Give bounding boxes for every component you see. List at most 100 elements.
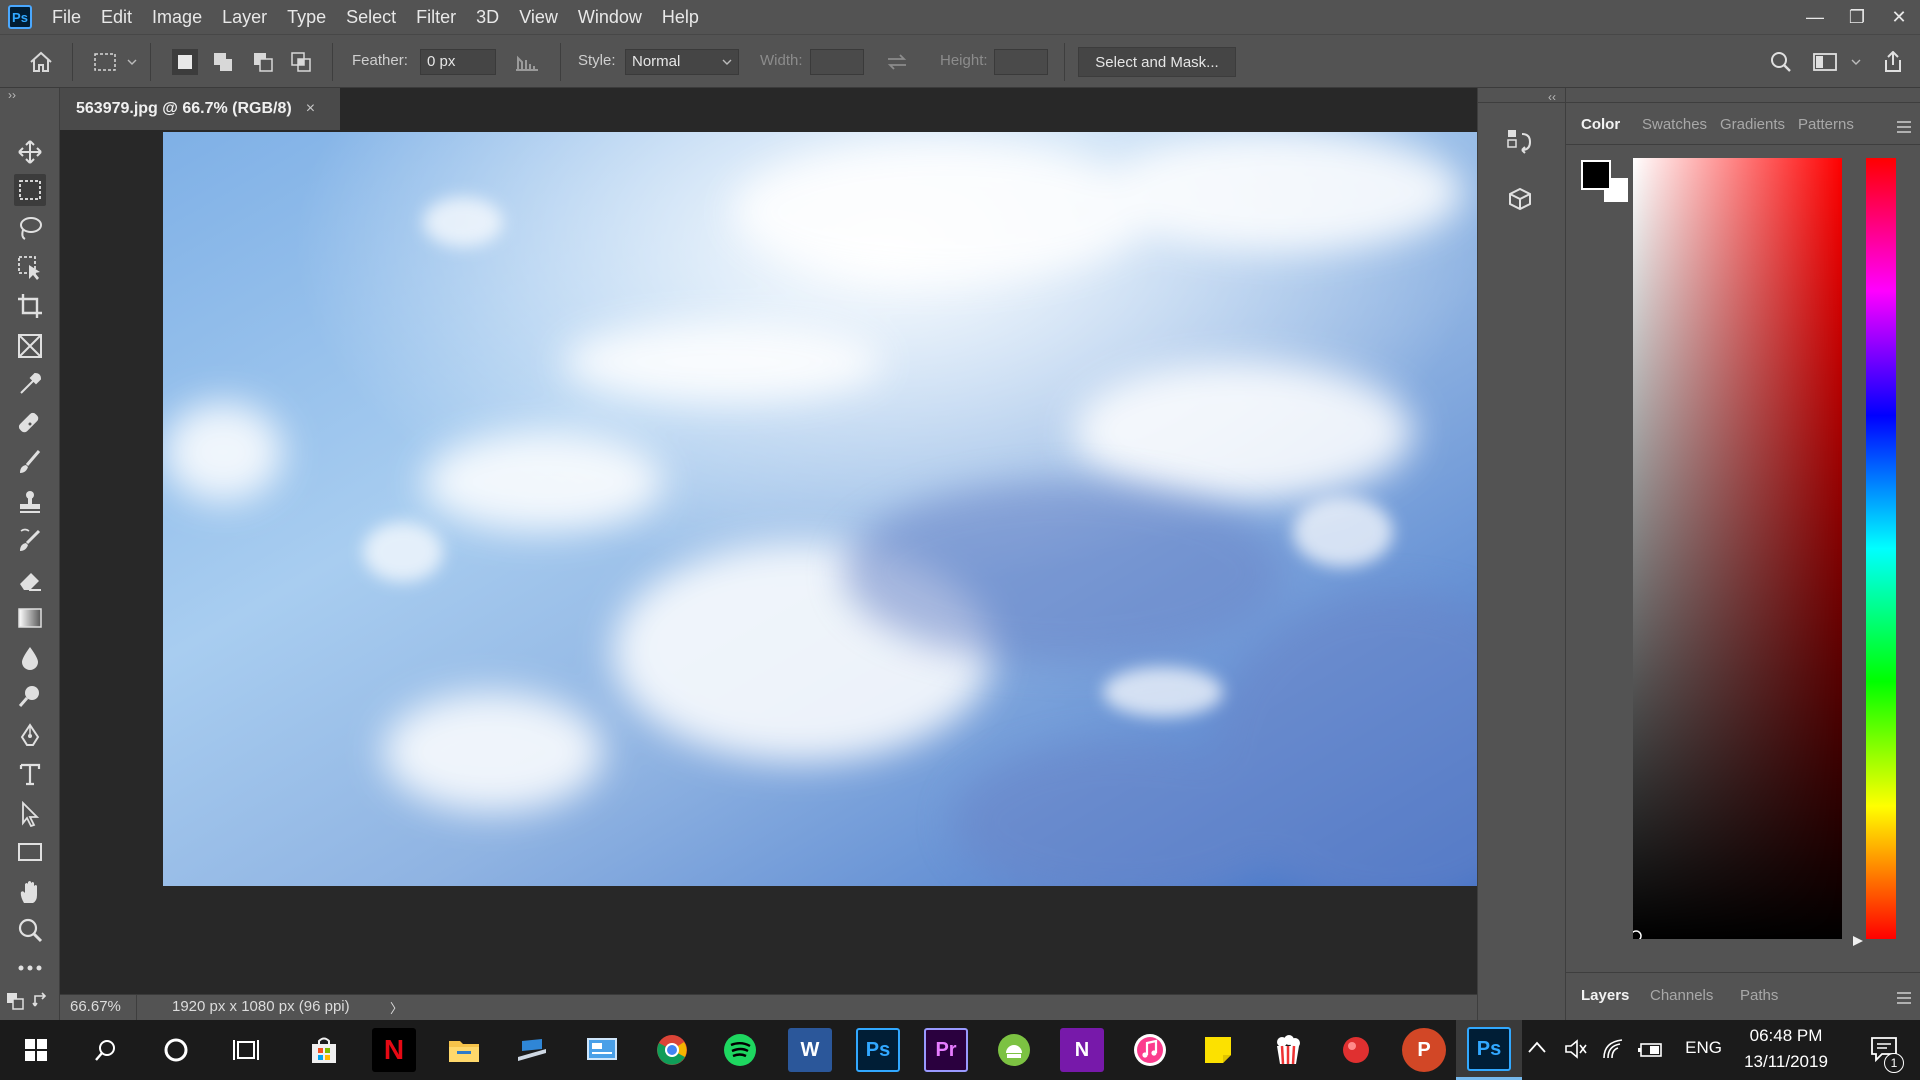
cortana-icon[interactable] [154, 1028, 198, 1072]
word-icon[interactable]: W [788, 1028, 832, 1072]
add-selection-icon[interactable] [210, 49, 236, 75]
menu-type[interactable]: Type [277, 0, 336, 34]
restore-button[interactable]: ❐ [1836, 0, 1878, 34]
menu-file[interactable]: File [42, 0, 91, 34]
menu-help[interactable]: Help [652, 0, 709, 34]
zoom-level[interactable]: 66.67% [70, 998, 121, 1015]
menu-3d[interactable]: 3D [466, 0, 509, 34]
file-explorer-icon[interactable] [442, 1028, 486, 1072]
close-button[interactable]: ✕ [1878, 0, 1920, 34]
powerpoint-icon[interactable]: P [1402, 1028, 1446, 1072]
clock-date[interactable]: 13/11/2019 [1736, 1052, 1836, 1072]
color-field[interactable] [1633, 158, 1842, 939]
hue-slider-handle-icon[interactable] [1852, 934, 1864, 952]
gradient-tool-icon[interactable] [14, 602, 46, 634]
lasso-tool-icon[interactable] [14, 212, 46, 244]
eyedropper-tool-icon[interactable] [14, 368, 46, 400]
menu-window[interactable]: Window [568, 0, 652, 34]
frame-tool-icon[interactable] [14, 330, 46, 362]
rectangular-marquee-tool-icon[interactable] [14, 174, 46, 206]
brush-tool-icon[interactable] [14, 446, 46, 478]
intersect-selection-icon[interactable] [288, 49, 314, 75]
close-icon[interactable]: × [306, 100, 315, 118]
tab-layers[interactable]: Layers [1581, 987, 1629, 1004]
hue-slider[interactable] [1866, 158, 1896, 939]
menu-layer[interactable]: Layer [212, 0, 277, 34]
search-icon[interactable] [84, 1028, 128, 1072]
canvas-image[interactable] [163, 132, 1477, 886]
clock-time[interactable]: 06:48 PM [1736, 1026, 1836, 1046]
windows-start-icon[interactable] [14, 1028, 58, 1072]
photoshop-icon[interactable]: Ps [856, 1028, 900, 1072]
blur-tool-icon[interactable] [14, 642, 46, 674]
chevron-up-icon[interactable] [1528, 1040, 1546, 1058]
swap-dimensions-icon[interactable] [884, 49, 910, 75]
sun-app-icon[interactable] [510, 1028, 554, 1072]
status-menu-arrow-icon[interactable]: 〉 [390, 998, 403, 1017]
more-tools-icon[interactable] [14, 952, 46, 984]
layers-panel-menu-icon[interactable] [1896, 991, 1912, 1009]
height-input[interactable] [994, 49, 1048, 75]
foreground-color-swatch[interactable] [1581, 160, 1611, 190]
subtract-selection-icon[interactable] [250, 49, 276, 75]
object-selection-tool-icon[interactable] [14, 252, 46, 284]
photoshop-active-icon[interactable]: Ps [1467, 1027, 1511, 1071]
spotify-icon[interactable] [718, 1028, 762, 1072]
style-select[interactable]: Normal [625, 49, 739, 75]
anti-alias-icon[interactable] [514, 49, 540, 75]
width-input[interactable] [810, 49, 864, 75]
chevron-down-icon[interactable] [1848, 49, 1864, 75]
dodge-tool-icon[interactable] [14, 680, 46, 712]
workspace-icon[interactable] [1812, 49, 1838, 75]
language-indicator[interactable]: ENG [1685, 1038, 1722, 1058]
chrome-icon[interactable] [650, 1028, 694, 1072]
menu-edit[interactable]: Edit [91, 0, 142, 34]
tab-paths[interactable]: Paths [1740, 987, 1778, 1004]
zoom-tool-icon[interactable] [14, 914, 46, 946]
hand-tool-icon[interactable] [14, 876, 46, 908]
taskbar-active-app[interactable]: Ps [1456, 1020, 1522, 1080]
swap-colors-icon[interactable] [32, 992, 50, 1010]
menu-select[interactable]: Select [336, 0, 406, 34]
move-tool-icon[interactable] [14, 136, 46, 168]
healing-brush-tool-icon[interactable] [14, 408, 46, 440]
tab-channels[interactable]: Channels [1650, 987, 1713, 1004]
pen-tool-icon[interactable] [14, 720, 46, 752]
crop-tool-icon[interactable] [14, 290, 46, 322]
minimize-button[interactable]: — [1794, 0, 1836, 34]
default-colors-icon[interactable] [6, 992, 24, 1010]
new-selection-icon[interactable] [172, 49, 198, 75]
3d-panel-icon[interactable] [1506, 186, 1534, 214]
history-brush-tool-icon[interactable] [14, 524, 46, 556]
rectangle-tool-icon[interactable] [14, 836, 46, 868]
path-selection-tool-icon[interactable] [14, 798, 46, 830]
clone-stamp-tool-icon[interactable] [14, 486, 46, 518]
premiere-icon[interactable]: Pr [924, 1028, 968, 1072]
tab-swatches[interactable]: Swatches [1642, 116, 1707, 133]
itunes-icon[interactable] [1128, 1028, 1172, 1072]
chevron-down-icon[interactable] [124, 49, 140, 75]
task-view-icon[interactable] [224, 1028, 268, 1072]
marquee-preset-icon[interactable] [92, 49, 118, 75]
battery-icon[interactable] [1638, 1040, 1664, 1063]
history-panel-icon[interactable] [1506, 128, 1534, 156]
search-icon[interactable] [1768, 49, 1794, 75]
eraser-tool-icon[interactable] [14, 564, 46, 596]
type-tool-icon[interactable] [14, 758, 46, 790]
onenote-icon[interactable]: N [1060, 1028, 1104, 1072]
tab-gradients[interactable]: Gradients [1720, 116, 1785, 133]
panel-menu-icon[interactable] [1896, 120, 1912, 138]
home-icon[interactable] [28, 49, 54, 75]
netflix-icon[interactable]: N [372, 1028, 416, 1072]
android-app-icon[interactable] [992, 1028, 1036, 1072]
menu-view[interactable]: View [509, 0, 568, 34]
document-tab[interactable]: 563979.jpg @ 66.7% (RGB/8) × [60, 88, 340, 131]
wifi-icon[interactable] [1602, 1038, 1626, 1065]
popcorn-icon[interactable] [1266, 1028, 1310, 1072]
expand-toolbar-icon[interactable]: ›› [8, 88, 16, 102]
record-app-icon[interactable] [1334, 1028, 1378, 1072]
store-icon[interactable] [302, 1028, 346, 1072]
sticky-notes-icon[interactable] [1196, 1028, 1240, 1072]
speaker-muted-icon[interactable] [1564, 1038, 1588, 1065]
menu-image[interactable]: Image [142, 0, 212, 34]
